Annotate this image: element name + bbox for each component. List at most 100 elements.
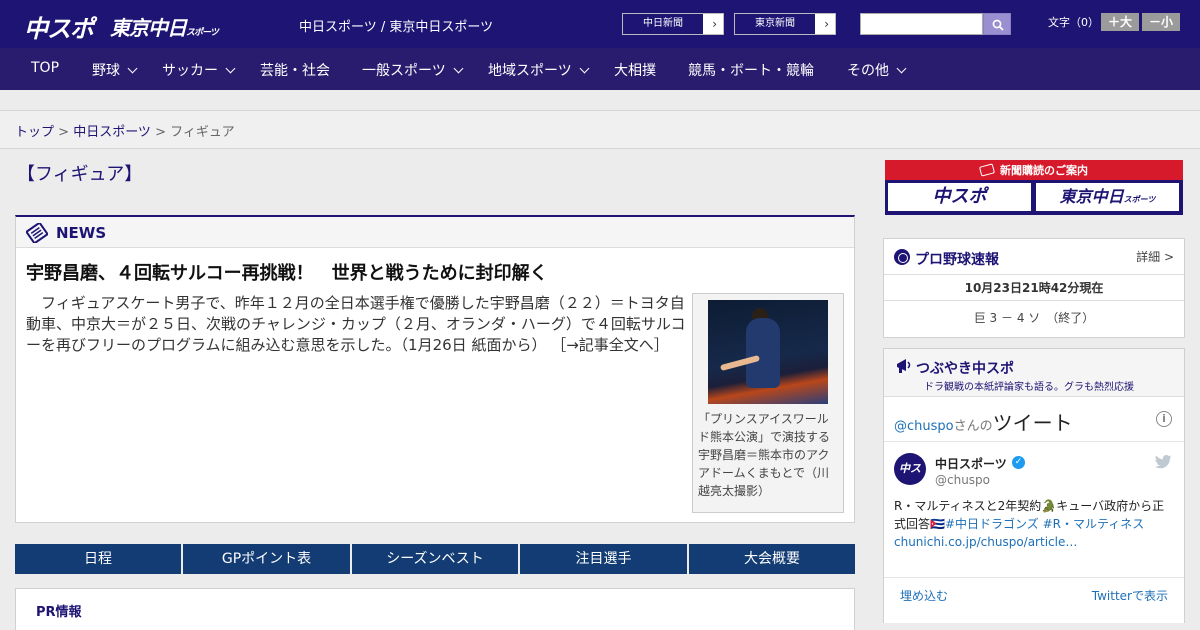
- baseball-game-score[interactable]: 巨 3 － 4 ソ （終了）: [884, 309, 1184, 326]
- article-photo[interactable]: [708, 300, 828, 404]
- tokyo-logo-small: スポーツ: [186, 28, 219, 38]
- nav-item-label: 一般スポーツ: [362, 63, 446, 79]
- subscription-title-text: 新聞購読のご案内: [1000, 164, 1088, 177]
- nav-item-racing[interactable]: 競馬・ボート・競輪: [688, 60, 814, 80]
- main-nav: TOP 野球 サッカー 芸能・社会 一般スポーツ 地域スポーツ 大相撲 競馬・ボ…: [0, 48, 1200, 90]
- baseball-title: プロ野球速報: [915, 252, 999, 268]
- chevron-down-icon: [896, 63, 907, 74]
- baseball-updated-time: 10月23日21時42分現在: [884, 275, 1184, 301]
- twitter-tweets-word: ツイート: [992, 411, 1073, 435]
- news-section: NEWS 宇野昌磨、４回転サルコー再挑戦！ 世界と戦うために封印解く フィギュア…: [15, 215, 855, 523]
- baseball-scores-widget: プロ野球速報 詳細 > 10月23日21時42分現在 巨 3 － 4 ソ （終了…: [883, 238, 1185, 338]
- nav-item-label: TOP: [31, 60, 60, 76]
- baseball-header: プロ野球速報 詳細 >: [884, 239, 1184, 275]
- sub-header-strip: [0, 90, 1200, 111]
- twitter-san-no: さんの: [953, 419, 993, 434]
- breadcrumb-separator: >: [150, 125, 171, 140]
- twitter-divider: [884, 441, 1184, 442]
- nav-item-baseball[interactable]: 野球: [92, 60, 138, 80]
- chevron-down-icon: [453, 63, 464, 74]
- article-photo-box: 「プリンスアイスワールド熊本公演」で演技する宇野昌磨＝熊本市のアクアドームくまも…: [692, 293, 844, 513]
- nav-item-other[interactable]: その他: [847, 60, 907, 80]
- breadcrumb: トップ > 中日スポーツ > フィギュア: [15, 121, 235, 140]
- embed-button[interactable]: 埋め込む: [900, 587, 948, 604]
- tokyo-logo-text: 東京中日: [110, 16, 187, 40]
- chuspo-logo[interactable]: 中スポ: [24, 9, 94, 44]
- tokyo-chunichi-logo[interactable]: 東京中日スポーツ: [110, 12, 219, 41]
- photo-caption: 「プリンスアイスワールド熊本公演」で演技する宇野昌磨＝熊本市のアクアドームくまも…: [698, 412, 831, 498]
- nav-item-label: 芸能・社会: [260, 63, 330, 79]
- tab-event-overview[interactable]: 大会概要: [689, 544, 855, 574]
- twitter-widget-subtitle: ドラ観戦の本紙評論家も語る。グラも熱烈応援: [924, 382, 1134, 393]
- verified-badge-icon: ✓: [1012, 456, 1025, 469]
- newspaper-icon: [26, 223, 48, 243]
- twitter-bird-icon[interactable]: [1155, 455, 1172, 469]
- nav-item-label: サッカー: [162, 63, 218, 79]
- twitter-widget-header: つぶやき中スポ ドラ観戦の本紙評論家も語る。グラも熱烈応援: [884, 349, 1184, 397]
- read-full-article-link[interactable]: ［→記事全文へ］: [551, 336, 669, 354]
- tokyo-shimbun-link[interactable]: 東京新聞 ›: [734, 13, 836, 35]
- subscribe-tokyo-small: スポーツ: [1123, 195, 1156, 204]
- twitter-embed-title: @chuspoさんのツイート: [894, 407, 1073, 436]
- font-decrease-button[interactable]: －小: [1142, 13, 1180, 31]
- chunichi-shimbun-link[interactable]: 中日新聞 ›: [622, 13, 724, 35]
- nav-item-label: 大相撲: [614, 63, 656, 79]
- chevron-right-icon: ›: [824, 17, 829, 31]
- breadcrumb-bar: トップ > 中日スポーツ > フィギュア: [0, 111, 1200, 149]
- tweet-hashtags[interactable]: #中日ドラゴンズ #R・マルティネス: [945, 517, 1144, 531]
- chevron-down-icon: [579, 63, 590, 74]
- tweet-account-name[interactable]: 中日スポーツ: [935, 455, 1007, 472]
- view-on-twitter-button[interactable]: Twitterで表示: [1092, 587, 1168, 604]
- nav-item-label: 地域スポーツ: [488, 63, 572, 79]
- nav-item-entertainment[interactable]: 芸能・社会: [260, 60, 330, 80]
- tokyo-shimbun-label: 東京新聞: [735, 14, 815, 34]
- site-header: 中スポ 東京中日スポーツ 中日スポーツ / 東京中日スポーツ 中日新聞 › 東京…: [0, 0, 1200, 48]
- tab-featured-skaters[interactable]: 注目選手: [520, 544, 687, 574]
- nav-item-general-sports[interactable]: 一般スポーツ: [362, 60, 464, 80]
- search-icon: [992, 19, 1004, 31]
- subscription-strip: 中スポ 東京中日スポーツ: [885, 180, 1183, 215]
- subscribe-tokyo-text: 東京中日: [1059, 187, 1124, 206]
- tab-schedule[interactable]: 日程: [15, 544, 181, 574]
- subscribe-chuspo-button[interactable]: 中スポ: [888, 183, 1031, 211]
- tweet-account-handle[interactable]: @chuspo: [935, 473, 990, 487]
- pr-section: PR情報: [15, 588, 855, 630]
- info-icon[interactable]: i: [1156, 411, 1172, 427]
- chevron-down-icon: [225, 63, 236, 74]
- twitter-widget-title: つぶやき中スポ: [916, 361, 1014, 377]
- nav-item-top[interactable]: TOP: [31, 60, 59, 76]
- nav-item-regional-sports[interactable]: 地域スポーツ: [488, 60, 590, 80]
- breadcrumb-chuspo[interactable]: 中日スポーツ: [73, 125, 151, 140]
- pr-title: PR情報: [36, 605, 82, 620]
- chunichi-shimbun-label: 中日新聞: [623, 14, 703, 34]
- font-increase-button[interactable]: ＋大: [1101, 13, 1139, 31]
- tab-season-best[interactable]: シーズンベスト: [352, 544, 518, 574]
- search-input[interactable]: [860, 13, 983, 35]
- news-header: NEWS: [16, 217, 854, 248]
- twitter-handle-link[interactable]: @chuspo: [894, 419, 954, 434]
- page-title: 【フィギュア】: [17, 164, 143, 185]
- nav-item-soccer[interactable]: サッカー: [162, 60, 236, 80]
- avatar[interactable]: 中スポ: [894, 453, 926, 507]
- photo-skater-body: [746, 318, 780, 388]
- nav-item-sumo[interactable]: 大相撲: [614, 60, 656, 80]
- article-summary: フィギュアスケート男子で、昨年１２月の全日本選手権で優勝した宇野昌磨（２２）＝ト…: [26, 293, 686, 356]
- ticket-icon: [978, 163, 996, 177]
- header-tagline: 中日スポーツ / 東京中日スポーツ: [299, 20, 494, 35]
- tweet-text: R・マルティネスと2年契約🐊キューバ政府から正式回答🇨🇺#中日ドラゴンズ #R・…: [894, 497, 1174, 551]
- twitter-widget: つぶやき中スポ ドラ観戦の本紙評論家も語る。グラも熱烈応援 @chuspoさんの…: [883, 348, 1185, 623]
- chevron-right-icon: ›: [712, 17, 717, 31]
- twitter-embed: @chuspoさんのツイート i 中スポ 中日スポーツ ✓ @chuspo R・…: [884, 397, 1184, 623]
- baseball-detail-link[interactable]: 詳細 >: [1136, 248, 1174, 265]
- breadcrumb-home[interactable]: トップ: [15, 125, 54, 140]
- nav-item-label: 野球: [92, 63, 120, 79]
- breadcrumb-current: フィギュア: [170, 125, 235, 140]
- tab-gp-points[interactable]: GPポイント表: [183, 544, 350, 574]
- subscribe-tokyo-chunichi-button[interactable]: 東京中日スポーツ: [1036, 183, 1179, 211]
- tweet-url-link[interactable]: chunichi.co.jp/chuspo/article…: [894, 535, 1077, 549]
- baseball-icon: [894, 249, 910, 265]
- news-label: NEWS: [56, 224, 107, 242]
- nav-item-label: その他: [847, 63, 889, 79]
- news-headline[interactable]: 宇野昌磨、４回転サルコー再挑戦！ 世界と戦うために封印解く: [26, 259, 548, 285]
- search-button[interactable]: [983, 13, 1011, 35]
